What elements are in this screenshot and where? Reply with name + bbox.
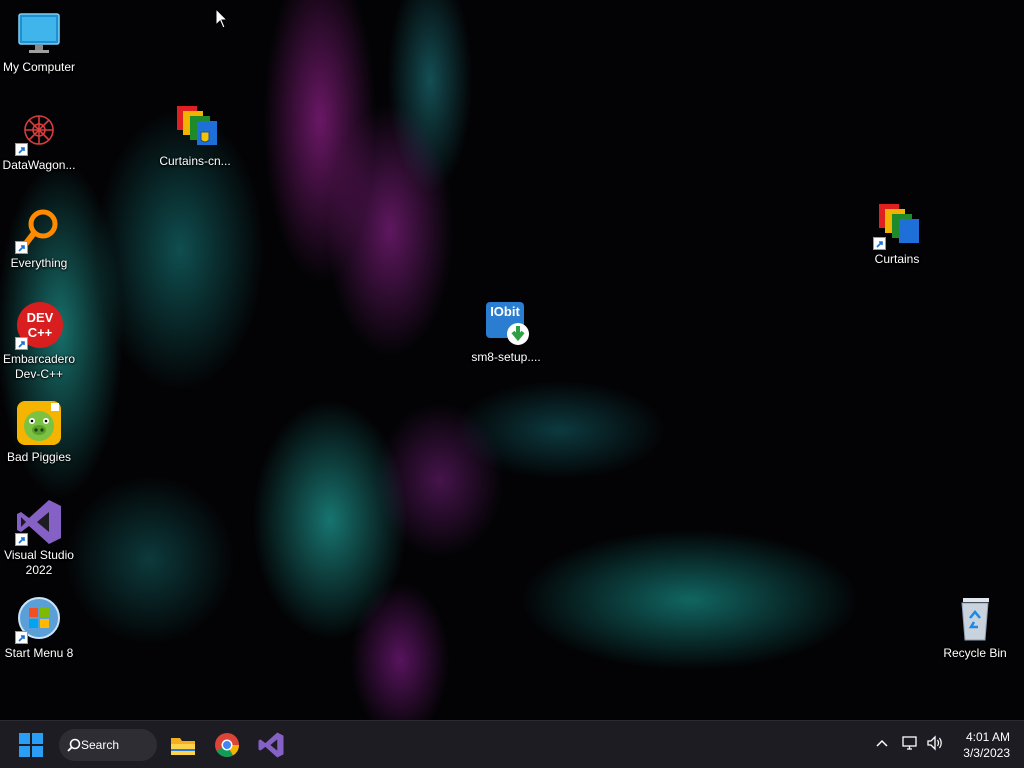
desktop-wallpaper[interactable]: My Computer DataWagon... Everything DEV … <box>0 0 1024 720</box>
taskbar-visual-studio[interactable] <box>256 729 286 761</box>
iobit-setup-icon: IObit <box>482 300 530 348</box>
volume-icon[interactable] <box>926 735 944 751</box>
network-icon[interactable] <box>901 735 919 751</box>
windows-logo-icon <box>19 733 43 757</box>
desktop-icon-label: Bad Piggies <box>6 450 72 464</box>
shortcut-arrow-icon <box>15 533 28 546</box>
file-explorer-icon <box>171 738 195 755</box>
desktop-icon-recycle-bin[interactable]: Recycle Bin <box>937 596 1013 661</box>
bad-piggies-icon <box>15 400 63 448</box>
desktop-icon-curtains[interactable]: Curtains <box>859 202 935 267</box>
shortcut-arrow-icon <box>15 337 28 350</box>
desktop-icon-label: My Computer <box>2 60 76 74</box>
curtains-icon <box>171 104 219 152</box>
desktop-icon-datawagon[interactable]: DataWagon... <box>1 108 77 173</box>
datawagon-icon <box>15 108 63 156</box>
shortcut-arrow-icon <box>15 631 28 644</box>
taskbar-chrome[interactable] <box>212 729 242 761</box>
visual-studio-icon <box>15 498 63 546</box>
desktop-icon-my-computer[interactable]: My Computer <box>1 10 77 75</box>
desktop-icon-label: Recycle Bin <box>943 646 1007 660</box>
desktop-icon-visual-studio[interactable]: Visual Studio 2022 <box>1 498 77 578</box>
desktop-icon-label: Curtains <box>874 252 920 266</box>
chevron-up-icon[interactable] <box>874 735 890 751</box>
desktop-icon-label: Embarcadero Dev-C++ <box>2 352 76 381</box>
desktop-icon-start-menu-8[interactable]: Start Menu 8 <box>1 596 77 661</box>
recycle-bin-icon <box>951 596 999 644</box>
curtains-icon <box>873 202 921 250</box>
taskbar-clock[interactable]: 4:01 AM 3/3/2023 <box>950 729 1010 761</box>
taskbar-search[interactable]: Search <box>59 729 157 761</box>
desktop-icon-dev-cpp[interactable]: DEV C++ Embarcadero Dev-C++ <box>1 302 77 382</box>
taskbar: Search 4:01 AM 3/3/2023 <box>0 720 1024 768</box>
visual-studio-icon <box>258 732 284 758</box>
monitor-icon <box>15 10 63 58</box>
clock-date: 3/3/2023 <box>963 746 1010 760</box>
desktop-icon-label: DataWagon... <box>2 158 76 172</box>
shortcut-arrow-icon <box>873 237 886 250</box>
desktop-icon-label: sm8-setup.... <box>471 350 541 364</box>
taskbar-file-explorer[interactable] <box>168 729 198 761</box>
desktop-icon-label: Visual Studio 2022 <box>4 548 74 577</box>
everything-search-icon <box>15 206 63 254</box>
desktop-icon-curtains-cn[interactable]: Curtains-cn... <box>157 104 233 169</box>
start-menu-8-icon <box>15 596 63 644</box>
desktop-icon-bad-piggies[interactable]: Bad Piggies <box>1 400 77 465</box>
search-icon <box>67 738 81 752</box>
shortcut-arrow-icon <box>15 143 28 156</box>
devcpp-icon: DEV C++ <box>15 302 63 350</box>
start-button[interactable] <box>14 729 48 761</box>
desktop-icon-label: Start Menu 8 <box>4 646 74 660</box>
desktop-icon-sm8-setup[interactable]: IObit sm8-setup.... <box>468 300 544 365</box>
chrome-icon <box>215 733 239 758</box>
desktop-icon-everything[interactable]: Everything <box>1 206 77 271</box>
desktop-icon-label: Curtains-cn... <box>159 154 231 168</box>
mouse-cursor-icon <box>215 8 229 29</box>
search-label: Search <box>81 738 120 752</box>
clock-time: 4:01 AM <box>965 730 1010 744</box>
shortcut-arrow-icon <box>15 241 28 254</box>
desktop-icon-label: Everything <box>10 256 68 270</box>
